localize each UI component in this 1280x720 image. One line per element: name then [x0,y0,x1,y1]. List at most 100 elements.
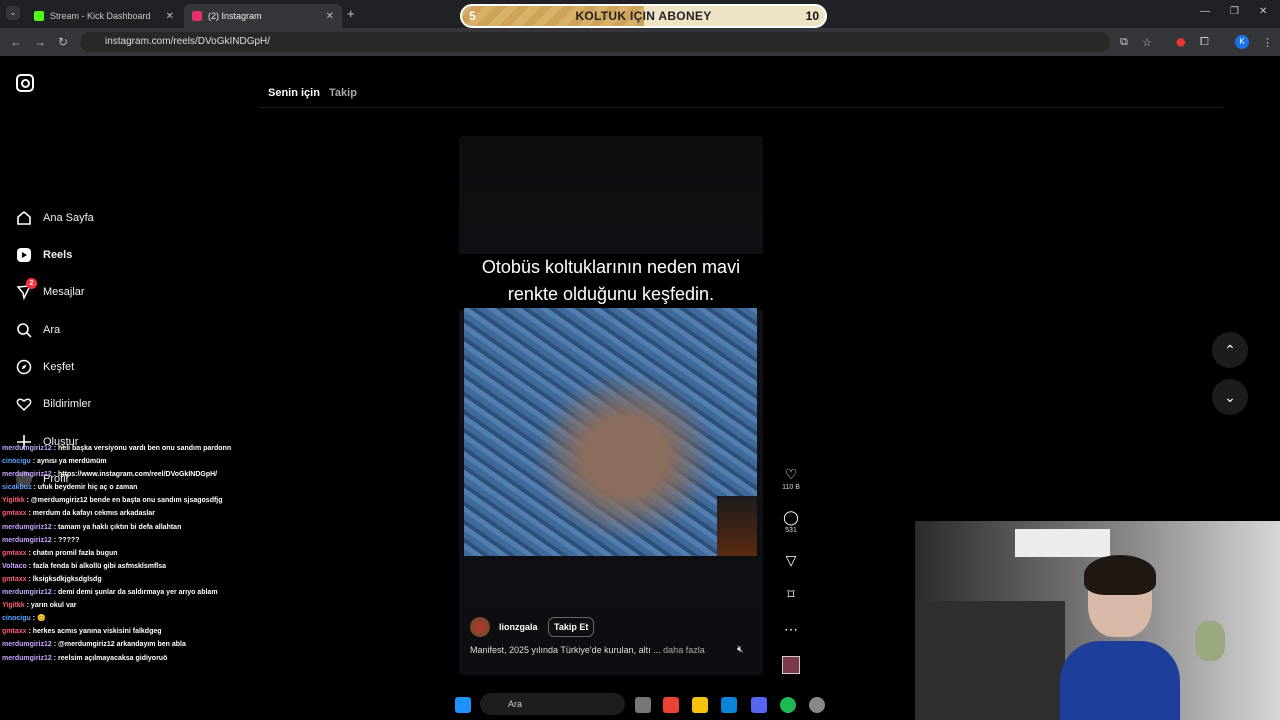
menu-kebab-icon[interactable]: ⋮ [1262,36,1273,49]
muted-speaker-icon[interactable]: 🔇︎ [737,644,743,655]
chat-message: gmtaxx : chatın promil fazla bugun [2,547,258,560]
forward-button[interactable]: → [34,35,46,49]
sidebar-item-messages[interactable]: 2 Mesajlar [16,278,85,301]
chat-text: : herkes acmıs yanına viskisini falkdgeg [28,628,162,636]
follow-button[interactable]: Takip Et [548,617,595,637]
reel-video-frame[interactable] [464,308,757,556]
task-view-icon[interactable] [635,697,651,713]
extensions-puzzle-icon[interactable]: ⧠ [1200,36,1209,49]
chat-message: cinocigu : 😊 [2,612,258,625]
reels-icon [16,247,32,263]
tab-search-button[interactable]: ⌄ [6,6,20,20]
spotify-icon[interactable] [780,697,796,713]
sidebar-item-label: Ana Sayfa [43,212,94,224]
sidebar-item-label: Bildirimler [43,398,92,410]
tab-following[interactable]: Takip [329,87,357,99]
sidebar-item-search[interactable]: Ara [16,322,60,338]
kick-icon [34,11,44,21]
sub-goal-target: 10 [805,9,819,23]
author-username[interactable]: lionzgala [499,622,538,632]
edge-icon[interactable] [721,697,737,713]
chat-text: : chatın promil fazla bugun [28,549,118,557]
reload-button[interactable]: ↻ [58,35,68,49]
webcam-sofa [915,601,1065,720]
new-tab-button[interactable]: + [347,6,355,21]
save-button[interactable]: ⌑ [777,586,805,604]
more-options-button[interactable]: ⋯ [777,621,805,639]
reel-caption-overlay: Otobüs koltuklarının neden mavi renkte o… [459,254,763,310]
chat-message: merdumgiriz12 : heli başka versiyonu var… [2,442,258,455]
chat-message: gmtaxx : lksigksdkjgksdglsdg [2,573,258,586]
sidebar-item-reels[interactable]: Reels [16,247,72,263]
browser-toolbar: ← → ↻ instagram.com/reels/DVoGkINDGpH/ ⧉… [0,28,1280,56]
chat-username: merdumgiriz12 [2,641,52,649]
description-text: Manifest, 2025 yılında Türkiye'de kurula… [470,645,661,655]
next-reel-button[interactable]: ⌄ [1212,379,1248,415]
back-button[interactable]: ← [10,35,22,49]
chat-text: : aynısı ya merdümüm [32,458,107,466]
chat-message: merdumgiriz12 : @merdumgiriz12 arkandayı… [2,638,258,651]
more-link[interactable]: daha fazla [663,645,705,655]
chat-message: Yigitkk : yarın okul var [2,599,258,612]
sidebar-item-explore[interactable]: Keşfet [16,359,74,375]
instagram-tab-icon [192,11,202,21]
instagram-logo-icon[interactable] [16,74,34,92]
chat-message: merdumgiriz12 : demi demi şunlar da sald… [2,586,258,599]
close-tab-icon[interactable]: ✕ [166,11,174,22]
chat-text: : @merdumgiriz12 arkandayım ben abla [53,641,186,649]
tab-instagram[interactable]: (2) Instagram ✕ [184,4,342,28]
heart-icon [16,396,32,412]
comment-button[interactable]: ◯ 531 [777,509,805,534]
taskbar-search[interactable]: Ara [480,693,625,715]
chat-username: merdumgiriz12 [2,523,52,531]
chat-username: gmtaxx [2,628,27,636]
heart-icon: ♡ [784,466,798,482]
sub-goal-overlay: 5 KOLTUK IÇIN ABONEY 10 [460,4,827,28]
start-icon[interactable] [455,697,471,713]
sidebar-item-label: Ara [43,324,61,336]
chat-message: gmtaxx : merdum da kafayı cekmıs arkadas… [2,507,258,520]
chat-text: : 😊 [32,615,46,623]
reel-footer: lionzgala Takip Et Manifest, 2025 yılınd… [459,605,763,675]
audio-thumbnail[interactable] [777,656,805,676]
more-icon: ⋯ [784,621,798,637]
like-button[interactable]: ♡ 110 B [777,466,805,491]
file-explorer-icon[interactable] [692,697,708,713]
chat-message: merdumgiriz12 : reelsim açılmayacaksa gi… [2,652,258,665]
chat-text: : yarın okul var [26,602,77,610]
chrome-icon[interactable] [663,697,679,713]
windows-taskbar: Ara [445,690,840,720]
sidebar-item-home[interactable]: Ana Sayfa [16,210,94,226]
bookmark-star-icon[interactable]: ☆ [1142,36,1152,49]
maximize-button[interactable]: ❐ [1230,6,1239,17]
tab-for-you[interactable]: Senin için [268,87,320,99]
address-bar[interactable]: instagram.com/reels/DVoGkINDGpH/ [80,32,1110,52]
divider [260,107,1223,108]
app-icon[interactable] [809,697,825,713]
comment-count: 531 [785,527,797,534]
reel-player[interactable]: Otobüs koltuklarının neden mavi renkte o… [459,136,763,675]
author-avatar[interactable] [470,617,490,637]
close-tab-icon[interactable]: ✕ [326,11,334,22]
sub-goal-label: KOLTUK IÇIN ABONEY [575,9,712,23]
extension-icon[interactable]: ⬣ [1176,36,1186,49]
chat-message: Yigitkk : @merdumgiriz12 bende en başta … [2,494,258,507]
audio-cover-icon [782,656,800,674]
chat-text: : ????? [53,536,80,544]
chat-message: gmtaxx : herkes acmıs yanına viskisini f… [2,625,258,638]
chat-message: sicakbuz : ufuk beydemir hiç aç o zaman [2,481,258,494]
unread-badge: 2 [26,278,37,289]
sidebar-item-notifications[interactable]: Bildirimler [16,396,91,412]
previous-reel-button[interactable]: ⌃ [1212,332,1248,368]
reels-feed-tabs: Senin için Takip [268,87,357,99]
browser-profile-avatar[interactable]: K [1235,35,1249,49]
minimize-button[interactable]: — [1200,6,1210,17]
sidebar-item-label: Mesajlar [43,286,85,298]
share-button[interactable]: ▽ [777,552,805,570]
explore-icon [16,359,32,375]
discord-icon[interactable] [751,697,767,713]
close-window-button[interactable]: ✕ [1259,6,1267,17]
tab-kick-dashboard[interactable]: Stream - Kick Dashboard ✕ [26,4,182,28]
stream-chat-overlay: merdumgiriz12 : heli başka versiyonu var… [2,442,258,665]
install-icon[interactable]: ⧉ [1120,36,1128,49]
